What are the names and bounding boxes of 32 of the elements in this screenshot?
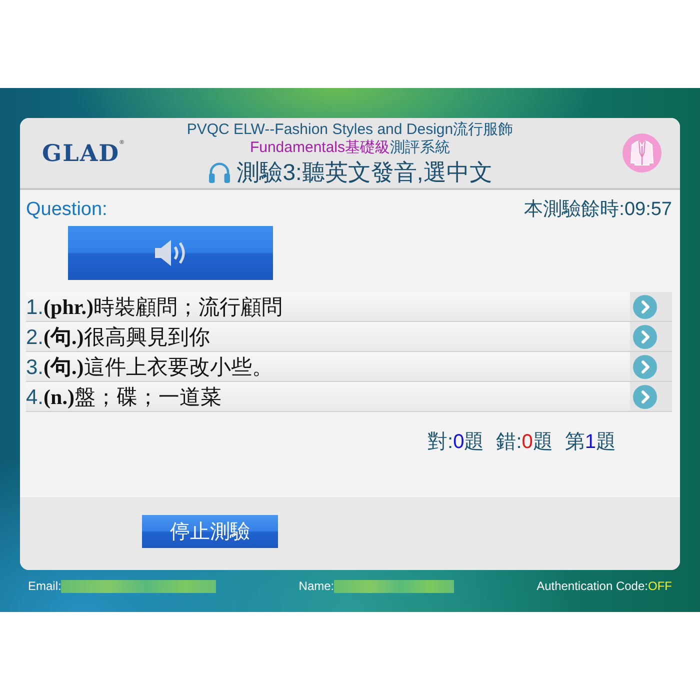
option-row[interactable]: 4.(n.)盤；碟；一道菜 — [26, 382, 672, 412]
email-label: Email: — [28, 579, 62, 593]
chevron-icon — [633, 384, 657, 408]
arrow-button[interactable] — [630, 382, 672, 411]
app-subtitle: Fundamentals基礎級測評系統 — [250, 139, 450, 157]
arrow-button[interactable] — [630, 292, 672, 321]
option-text: 2.(句.)很高興見到你 — [26, 324, 210, 350]
stop-test-button[interactable]: 停止測驗 — [142, 515, 278, 548]
option-row[interactable]: 3.(句.)這件上衣要改小些。 — [26, 352, 672, 382]
headphones-icon — [208, 162, 231, 182]
arrow-button[interactable] — [630, 352, 672, 381]
test-title: 測驗3:聽英文發音,選中文 — [236, 158, 492, 186]
option-text: 3.(句.)這件上衣要改小些。 — [26, 354, 273, 380]
logo-text: GLAD$^{®}$ — [42, 140, 126, 166]
question-label: Question: — [26, 199, 108, 221]
chevron-icon — [633, 324, 657, 348]
option-row[interactable]: 1.(phr.)時裝顧問；流行顧問 — [26, 292, 672, 322]
option-text: 1.(phr.)時裝顧問；流行顧問 — [26, 294, 283, 320]
arrow-button[interactable] — [630, 322, 672, 351]
name-label: Name: — [298, 579, 334, 593]
timer-text: 本測驗餘時:09:57 — [524, 198, 672, 222]
play-audio-button[interactable] — [68, 226, 273, 280]
jacket-icon — [622, 133, 662, 173]
correct-count: 對:0題 — [428, 430, 484, 455]
auth-code-text: Authentication Code:OFF — [536, 579, 672, 593]
wrong-count: 錯:0題 — [496, 430, 553, 455]
current-count: 第1題 — [564, 430, 616, 455]
option-text: 4.(n.)盤；碟；一道菜 — [26, 384, 222, 410]
chevron-icon — [633, 294, 657, 318]
chevron-icon — [633, 354, 657, 378]
app-title: PVQC ELW--Fashion Styles and Design流行服飾 — [186, 121, 514, 139]
option-row[interactable]: 2.(句.)很高興見到你 — [26, 322, 672, 352]
